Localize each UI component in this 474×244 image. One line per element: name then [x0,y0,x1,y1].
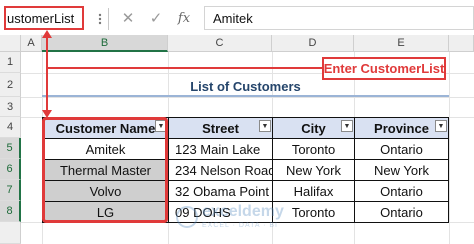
select-all-corner[interactable] [0,35,21,52]
table-header-street[interactable]: Street ▼ [168,117,273,139]
filter-dropdown-icon[interactable]: ▼ [259,120,271,132]
fx-icon[interactable]: fx [176,9,192,27]
table-cell-street[interactable]: 123 Main Lake [168,138,273,160]
row-header-4[interactable]: 4 [0,117,21,138]
name-box-value: ustomerList [7,10,75,26]
title-underline [42,95,449,97]
filter-dropdown-icon[interactable]: ▼ [341,120,353,132]
watermark-tagline: EXCEL · DATA · BI [202,222,278,229]
table-cell-province[interactable]: Ontario [354,201,449,223]
table-cell-street[interactable]: 234 Nelson Road [168,159,273,181]
column-header-b[interactable]: B [42,35,168,52]
watermark-logo-icon [176,206,198,228]
column-header-d[interactable]: D [272,35,354,52]
table-cell-street[interactable]: 32 Obama Point [168,180,273,202]
formula-input[interactable]: Amitek [204,6,474,30]
column-header-c[interactable]: C [168,35,272,52]
gridline [21,97,474,98]
x-icon[interactable]: ✕ [121,9,135,27]
row-header-8[interactable]: 8 [0,201,21,222]
table-cell-city[interactable]: Toronto [272,138,355,160]
check-icon[interactable]: ✓ [149,9,163,27]
table-cell-province[interactable]: Ontario [354,180,449,202]
column-header-a[interactable]: A [21,35,42,52]
row-header-7[interactable]: 7 [0,180,21,201]
table-cell-city[interactable]: New York [272,159,355,181]
watermark-name: exceldemy [202,203,284,220]
name-box[interactable]: ustomerList [4,6,84,30]
row-header-5[interactable]: 5 [0,138,21,159]
formula-input-value: Amitek [213,10,253,26]
table-header-province[interactable]: Province ▼ [354,117,449,139]
name-box-dropdown-icon[interactable] [95,12,105,26]
table-header-city[interactable]: City ▼ [272,117,355,139]
row-header-6[interactable]: 6 [0,159,21,180]
row-header-1[interactable]: 1 [0,52,21,73]
gridline [449,52,450,244]
column-header-overflow [449,35,474,52]
selection-highlight-box [42,117,168,223]
column-header-e[interactable]: E [354,35,449,52]
watermark: exceldemy EXCEL · DATA · BI [176,200,326,240]
row-header-3[interactable]: 3 [0,97,21,117]
table-cell-province[interactable]: Ontario [354,138,449,160]
formula-bar-divider [108,8,110,30]
row-header-overflow [0,222,21,244]
table-cell-city[interactable]: Halifax [272,180,355,202]
filter-dropdown-icon[interactable]: ▼ [435,120,447,132]
annotation-callout: Enter CustomerList [322,57,446,80]
row-header-2[interactable]: 2 [0,73,21,97]
table-cell-province[interactable]: New York [354,159,449,181]
